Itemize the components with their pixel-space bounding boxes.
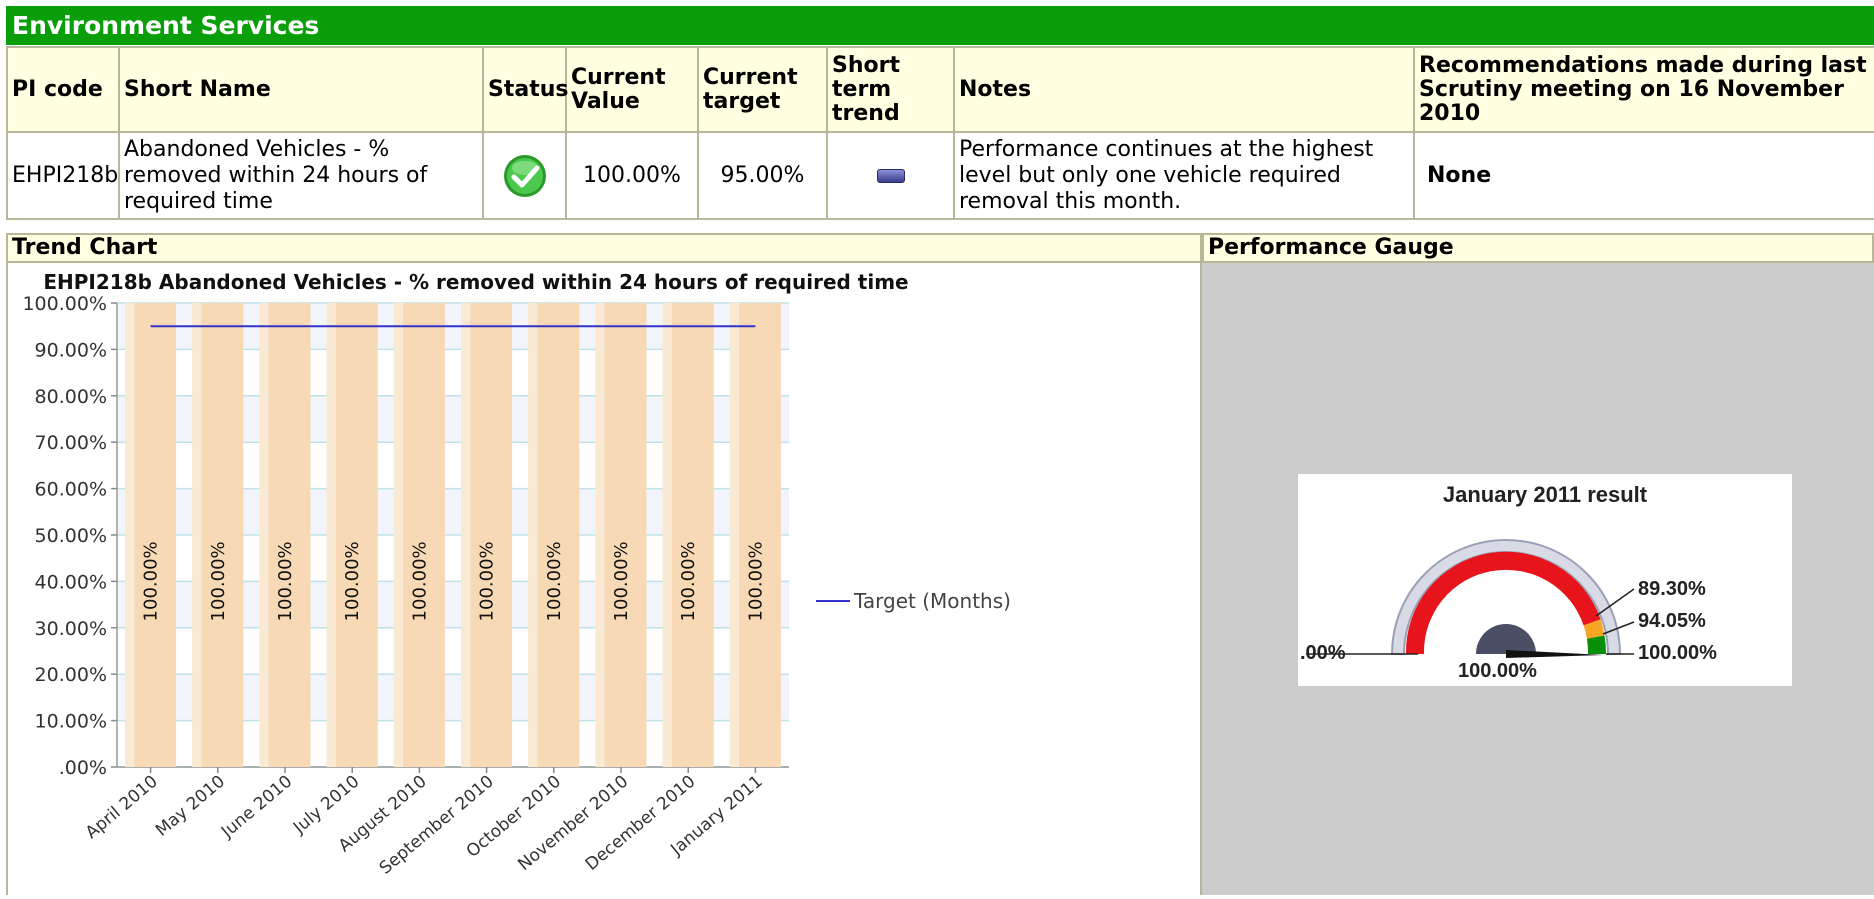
y-tick-label: .00% [59,757,107,779]
col-notes: Notes [953,46,1415,133]
pi-code-cell: EHPI218b [6,131,120,220]
bar-highlight [393,303,404,767]
col-current-value: Current Value [565,46,699,133]
bar-data-label: 100.00% [611,541,632,621]
bar-data-label: 100.00% [275,541,296,621]
bar-data-label: 100.00% [745,541,766,621]
col-short-term-trend: Short term trend [826,46,955,133]
bar-highlight [528,303,538,767]
trend-chart-heading: Trend Chart [6,233,1202,263]
table-row: EHPI218b Abandoned Vehicles - % removed … [6,131,1874,220]
gauge-label-value: 100.00% [1458,660,1537,682]
y-tick-label: 30.00% [35,618,107,640]
kpi-table: PI code Short Name Status Current Value … [6,46,1874,220]
bar-highlight [729,303,740,767]
bar-highlight [461,303,471,767]
bar-highlight [326,303,336,767]
gauge-green-band [1586,635,1607,654]
x-tick-label: September 2010 [376,772,498,879]
performance-gauge-panel: January 2011 result .00% 100.00% 89.30% … [1202,263,1874,895]
bar-data-label: 100.00% [141,541,162,621]
table-header-row: PI code Short Name Status Current Value … [6,46,1874,133]
bar-data-label: 100.00% [477,541,498,621]
environment-services-panel: Environment Services PI code Short Name … [6,6,1874,895]
x-tick-label: June 2010 [217,772,296,843]
y-tick-label: 20.00% [35,664,107,686]
bar-data-label: 100.00% [409,541,430,621]
gauge-label-mark2: 94.05% [1638,610,1706,632]
bar-highlight [595,303,605,767]
col-status: Status [482,46,568,133]
trend-chart-panel: EHPI218b Abandoned Vehicles - % removed … [6,263,1202,895]
chart-title: EHPI218b Abandoned Vehicles - % removed … [43,270,908,294]
y-tick-label: 80.00% [35,386,107,408]
legend-label-target: Target (Months) [853,589,1011,613]
gauge-card: January 2011 result .00% 100.00% 89.30% … [1298,474,1792,686]
gauge-hub [1476,624,1536,654]
y-tick-label: 50.00% [35,525,107,547]
bar-highlight [192,303,202,767]
gauge-label-mark3: 100.00% [1638,642,1717,664]
y-tick-label: 90.00% [35,339,107,361]
y-tick-label: 10.00% [35,711,107,733]
y-tick-label: 40.00% [35,571,107,593]
trend-chart: EHPI218b Abandoned Vehicles - % removed … [22,270,1011,879]
col-current-target: Current target [697,46,828,133]
bar-data-label: 100.00% [208,541,229,621]
status-cell [482,131,567,220]
recommendations-cell: None [1413,131,1874,220]
bar-highlight [662,303,672,767]
y-tick-label: 60.00% [35,479,107,501]
y-tick-label: 100.00% [22,293,107,315]
performance-gauge-heading: Performance Gauge [1202,233,1874,263]
current-target-cell: 95.00% [697,131,828,220]
notes-cell: Performance continues at the highest lev… [953,131,1415,220]
gauge-label-left: .00% [1300,642,1346,664]
x-tick-label: April 2010 [82,772,162,844]
short-name-cell: Abandoned Vehicles - % removed within 24… [118,131,484,220]
bar-data-label: 100.00% [342,541,363,621]
trend-cell [826,131,955,220]
gauge-label-mark1: 89.30% [1638,578,1706,600]
gauge-dial [1306,539,1635,658]
col-pi-code: PI code [6,46,120,133]
y-tick-label: 70.00% [35,432,107,454]
bar-data-label: 100.00% [678,541,699,621]
bar-highlight [125,303,135,767]
green-check-icon [503,154,546,197]
bar-highlight [259,303,269,767]
no-change-bar-icon [876,168,905,183]
section-title: Environment Services [6,6,1874,45]
bar-data-label: 100.00% [544,541,565,621]
col-short-name: Short Name [118,46,484,133]
x-tick-label: November 2010 [514,772,632,875]
col-recommendations: Recommendations made during last Scrutin… [1413,46,1874,133]
x-tick-label: May 2010 [152,772,229,841]
current-value-cell: 100.00% [565,131,699,220]
